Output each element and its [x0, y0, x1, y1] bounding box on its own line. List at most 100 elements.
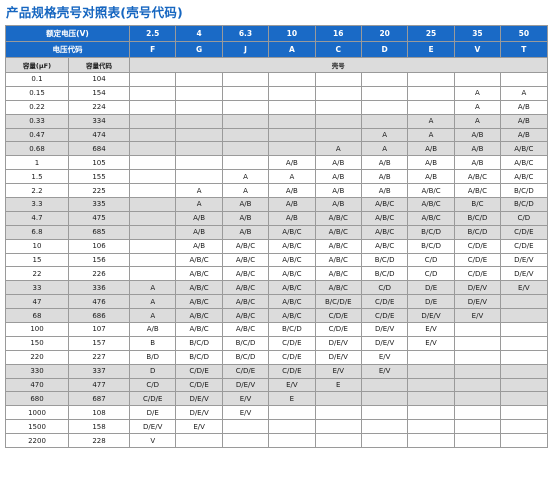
case-cell: A/B/C	[360, 238, 409, 254]
case-cell: A/B	[453, 155, 502, 171]
case-cell: A/B	[175, 224, 223, 240]
case-cell	[314, 113, 362, 129]
case-cell	[268, 433, 316, 449]
case-cell	[129, 169, 177, 185]
voltage-value: 2.5	[129, 25, 177, 42]
case-cell	[129, 210, 177, 226]
case-cell: A/B	[500, 127, 548, 143]
case-cell: A/B	[129, 322, 177, 337]
case-cell: A/B/C	[175, 280, 223, 296]
case-cell: A/B/C	[175, 308, 223, 324]
case-cell	[268, 141, 316, 157]
case-cell: A	[129, 294, 177, 310]
case-cell	[500, 405, 548, 421]
case-cell: A	[314, 141, 362, 157]
case-cell	[129, 224, 177, 240]
table-row: 0.22 224 A A/B	[5, 99, 548, 115]
case-cell: A/B	[360, 183, 409, 199]
case-cell	[360, 72, 409, 87]
case-cell: A/B/C	[221, 308, 270, 324]
case-cell: A/B/C	[407, 210, 455, 226]
case-cell: A/B	[407, 169, 455, 185]
case-cell	[268, 72, 316, 87]
table-row: 15 156 A/B/C A/B/C A/B/C A/B/C B/C/D C/D C/D/E D/…	[5, 252, 548, 268]
capacitance-code: 227	[67, 349, 131, 365]
capacitance-value: 10	[5, 238, 69, 254]
case-cell: A	[453, 113, 502, 129]
case-cell	[314, 99, 362, 115]
case-cell: B/C/D	[175, 335, 223, 351]
case-cell: A/B/C	[360, 197, 409, 212]
table-row: 1000 108 D/E D/E/V E/V	[5, 405, 548, 421]
case-cell: B/D	[129, 349, 177, 365]
case-cell	[360, 419, 409, 435]
case-cell	[407, 349, 455, 365]
case-cell: A/B	[268, 210, 316, 226]
case-cell: A/B/C	[221, 252, 270, 268]
table-row: 6.8 685 A/B A/B A/B/C A/B/C A/B/C B/C/D B/C/D C/D…	[5, 224, 548, 240]
case-cell: C/D/E	[453, 266, 502, 282]
voltage-value: 35	[453, 25, 502, 42]
capacitance-code: 108	[67, 405, 131, 421]
capacitance-code: 154	[67, 85, 131, 101]
case-cell: A	[360, 127, 409, 143]
case-cell: A/B	[500, 99, 548, 115]
case-cell: C/D/E	[314, 308, 362, 324]
case-cell: B/C/D	[500, 197, 548, 212]
table-row: 150 157 B B/C/D B/C/D C/D/E D/E/V D/E/V E/V	[5, 335, 548, 351]
case-cell: A/B/C	[175, 266, 223, 282]
case-cell: A	[407, 127, 455, 143]
case-cell	[453, 377, 502, 393]
case-cell: C/D/E	[268, 349, 316, 365]
case-cell: A/B	[175, 210, 223, 226]
capacitance-code: 155	[67, 169, 131, 185]
table-row: 4.7 475 A/B A/B A/B A/B/C A/B/C A/B/C B/C/D C/D	[5, 210, 548, 226]
case-cell	[453, 363, 502, 379]
case-cell	[407, 377, 455, 393]
case-cell	[175, 113, 223, 129]
case-cell: A/B/C	[268, 238, 316, 254]
case-cell: A/B	[268, 197, 316, 212]
case-cell: B/C/D/E	[314, 294, 362, 310]
case-cell: A/B	[221, 224, 270, 240]
case-cell: D/E/V	[221, 377, 270, 393]
capacitance-code: 685	[67, 224, 131, 240]
case-cell	[500, 349, 548, 365]
case-cell: A/B/C	[360, 224, 409, 240]
case-cell: A/B	[221, 210, 270, 226]
case-cell	[453, 405, 502, 421]
voltage-value: 50	[500, 25, 548, 42]
voltage-value: 4	[175, 25, 223, 42]
case-cell: A/B/C	[268, 252, 316, 268]
voltage-code-row: 电压代码 FGJACDEVT	[4, 41, 548, 58]
capacitance-value: 68	[5, 308, 69, 324]
case-cell: E	[314, 377, 362, 393]
table-row: 3.3 335 A A/B A/B A/B A/B/C A/B/C B/C B/C/D	[5, 197, 548, 212]
case-cell	[268, 419, 316, 435]
case-cell: A/B	[453, 141, 502, 157]
case-cell	[129, 183, 177, 199]
case-cell	[360, 113, 409, 129]
capacitance-code: 158	[67, 419, 131, 435]
case-cell: A/B/C	[221, 294, 270, 310]
case-cell: D/E/V	[500, 252, 548, 268]
case-cell: B/C/D	[360, 252, 409, 268]
table-row: 47 476 A A/B/C A/B/C A/B/C B/C/D/E C/D/E D/E D/E/…	[5, 294, 548, 310]
case-cell	[453, 349, 502, 365]
case-cell: B/C/D	[453, 210, 502, 226]
case-cell	[360, 433, 409, 449]
case-cell: D/E	[129, 405, 177, 421]
case-cell	[453, 335, 502, 351]
voltage-code: C	[314, 41, 362, 58]
case-cell: B/C	[453, 197, 502, 212]
case-cell: A/B/C	[268, 308, 316, 324]
case-cell: E/V	[175, 419, 223, 435]
capacitance-code-header: 容量代码	[67, 57, 131, 73]
case-cell	[129, 99, 177, 115]
page-title: 产品规格壳号对照表(壳号代码)	[6, 5, 183, 20]
case-cell: A/B	[268, 155, 316, 171]
case-cell: D/E/V	[314, 335, 362, 351]
case-cell: C/D/E	[268, 363, 316, 379]
case-cell	[500, 335, 548, 351]
case-cell	[453, 391, 502, 407]
